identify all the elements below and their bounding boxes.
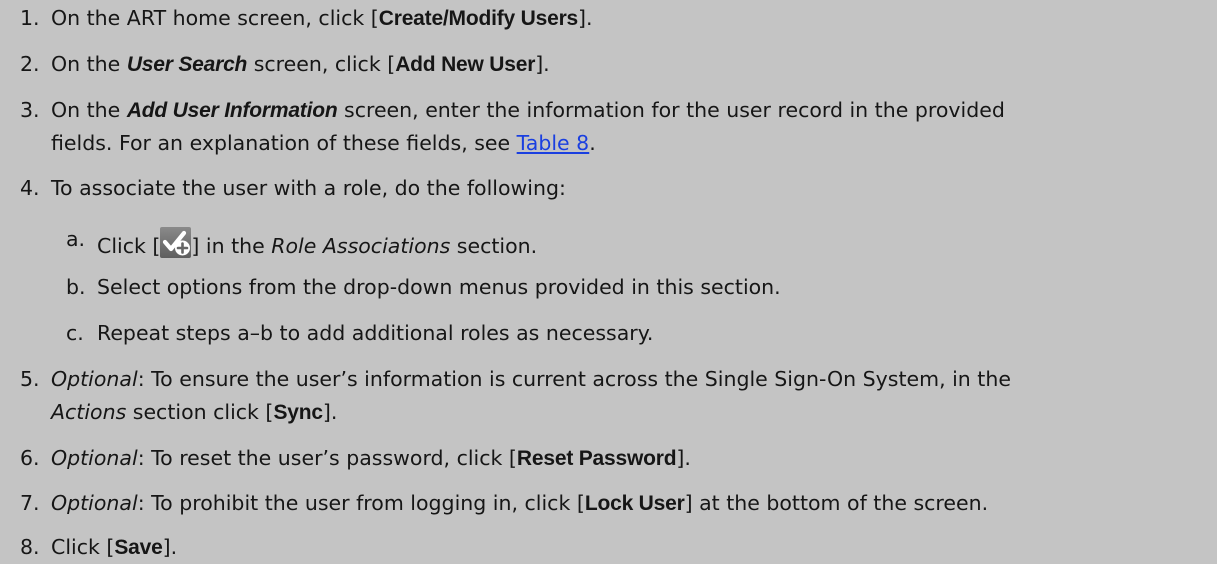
step-text: screen, enter the information for the us… [337, 98, 1005, 122]
ui-label: Create/Modify Users [378, 7, 579, 30]
step-text: ]. [535, 52, 550, 76]
substep-letter: c. [66, 321, 84, 345]
step-text: On the [51, 52, 127, 76]
ui-label: Reset Password [516, 447, 677, 470]
step-text: section click [ [126, 400, 274, 424]
ui-label: Sync [273, 401, 323, 424]
step-text: Click [ [97, 234, 161, 258]
step-text: Click [ [51, 535, 115, 559]
substep-letter: a. [66, 227, 86, 251]
step-text: Select options from the drop-down menus … [97, 275, 781, 299]
step-text: ]. [322, 400, 338, 424]
step-number: 1. [20, 6, 40, 30]
step-text: On the [51, 98, 127, 122]
step-text: Repeat steps a–b to add additional roles… [97, 321, 654, 345]
step-text: ]. [578, 6, 593, 30]
screen-name: Add User Information [126, 99, 338, 122]
optional-label: Optional [51, 491, 138, 515]
table-8-link[interactable]: Table 8 [517, 131, 590, 155]
step-text: ]. [676, 446, 691, 470]
step-number: 2. [20, 52, 40, 76]
step-number: 6. [20, 446, 40, 470]
step-text: On the ART home screen, click [ [51, 6, 379, 30]
substep-letter: b. [66, 275, 86, 299]
ui-label: Add New User [395, 53, 536, 76]
step-text: To associate the user with a role, do th… [51, 176, 566, 200]
step-text: fields. For an explanation of these fiel… [51, 131, 517, 155]
step-number: 7. [20, 491, 40, 515]
section-name: Role Associations [271, 234, 451, 258]
step-number: 3. [20, 98, 40, 122]
step-text: section. [450, 234, 538, 258]
step-text: screen, click [ [247, 52, 396, 76]
step-text: ]. [162, 535, 178, 559]
ui-label: Save [114, 536, 163, 559]
optional-label: Optional [51, 367, 138, 391]
section-name: Actions [51, 400, 127, 424]
step-number: 4. [20, 176, 40, 200]
step-number: 8. [20, 535, 40, 559]
step-text: ] in the [191, 234, 272, 258]
step-text: : To prohibit the user from logging in, … [137, 491, 585, 515]
add-role-icon [160, 227, 192, 258]
step-text: . [589, 131, 596, 155]
screen-name: User Search [126, 53, 248, 76]
ui-label: Lock User [584, 492, 685, 515]
step-number: 5. [20, 367, 40, 391]
optional-label: Optional [51, 446, 138, 470]
step-text: : To ensure the user’s information is cu… [137, 367, 1011, 391]
instruction-list: 1. On the ART home screen, click [Create… [0, 0, 1217, 564]
step-text: ] at the bottom of the screen. [684, 491, 989, 515]
step-text: : To reset the user’s password, click [ [137, 446, 517, 470]
